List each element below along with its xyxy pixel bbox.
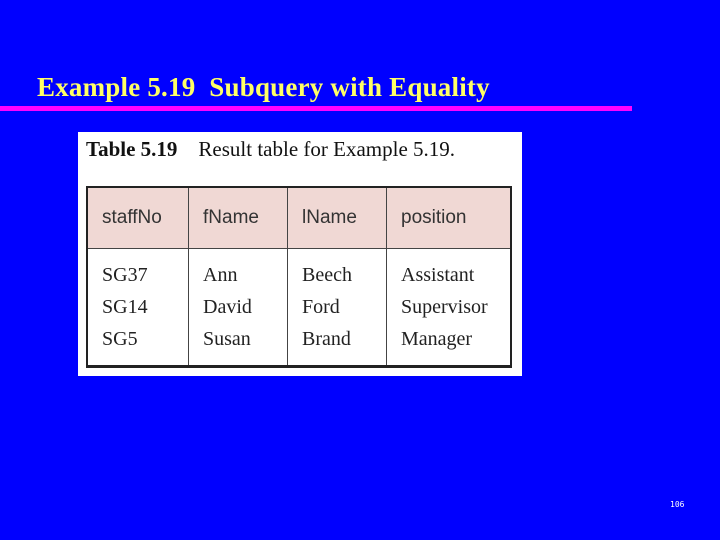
table-cell: Manager [401,327,473,350]
column-staffno-values: SG37 SG14 SG5 [86,248,189,367]
column-fname-values: Ann David Susan [188,248,288,367]
caption-label: Table 5.19 [86,137,178,161]
column-header-staffno: staffNo [86,187,189,249]
table-body: SG37 SG14 SG5 Ann David Susan Beech Ford… [86,248,512,367]
table-figure: Table 5.19 Result table for Example 5.19… [78,132,522,376]
column-lname-values: Beech Ford Brand [287,248,387,367]
table-cell: David [203,295,252,318]
page-number: 106 [670,500,685,509]
table-cell: Brand [302,327,351,350]
table-cell: Ann [203,263,238,286]
table-caption: Table 5.19 Result table for Example 5.19… [86,137,455,162]
table-cell: Ford [302,295,340,318]
table-cell: SG37 [102,263,148,286]
table-cell: Beech [302,263,352,286]
table-cell: SG14 [102,295,148,318]
table-cell: Supervisor [401,295,488,318]
slide-title: Example 5.19 Subquery with Equality [37,72,490,102]
table-cell: Susan [203,327,251,350]
column-header-position: position [386,187,512,249]
column-header-fname: fName [188,187,288,249]
table-cell: Assistant [401,263,475,286]
table-cell: SG5 [102,327,138,350]
column-header-lname: lName [287,187,387,249]
column-position-values: Assistant Supervisor Manager [386,248,512,367]
title-underline [0,106,632,111]
header-row: staffNo fName lName position [86,187,512,249]
caption-text: Result table for Example 5.19. [198,137,456,161]
result-table: staffNo fName lName position SG37 SG14 S… [86,186,512,368]
